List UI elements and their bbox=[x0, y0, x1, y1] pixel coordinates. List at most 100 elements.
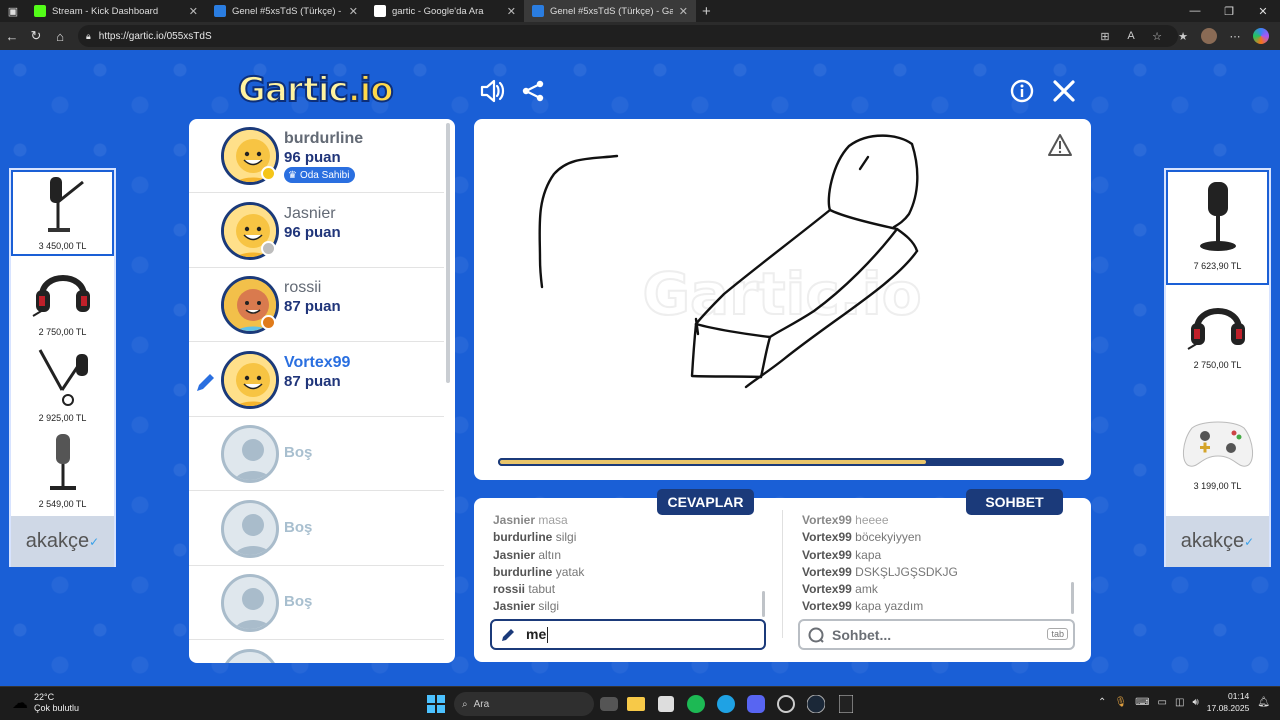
close-window-button[interactable]: ✕ bbox=[1246, 0, 1280, 22]
browser-tab-bar: ▣ Stream - Kick Dashboard ✕ Genel #5xsTdS … bbox=[0, 0, 1280, 22]
weather-widget[interactable]: ☁ 22°C Çok bulutlu bbox=[12, 692, 79, 714]
file-explorer-icon[interactable] bbox=[624, 692, 648, 716]
weather-desc: Çok bulutlu bbox=[34, 703, 80, 713]
url-field[interactable]: 🔒︎ https://gartic.io/055xsTdS bbox=[78, 25, 1178, 47]
timer-bar bbox=[498, 458, 1064, 466]
logo-text: Gartic bbox=[237, 69, 350, 111]
clock[interactable]: 01:14 17.08.2025 bbox=[1207, 690, 1250, 714]
task-view-icon[interactable] bbox=[600, 697, 618, 711]
ad-product[interactable]: 2 925,00 TL bbox=[11, 342, 114, 428]
taskbar-search[interactable]: ⌕ Ara bbox=[454, 692, 594, 716]
player-list: burdurline 96 puan ♛ Oda Sahibi Jasnier 96 pu… bbox=[189, 119, 455, 663]
message-text: altın bbox=[538, 547, 562, 562]
volume-icon[interactable]: 🔊︎ bbox=[1192, 697, 1198, 708]
home-button[interactable]: ⌂ bbox=[48, 24, 72, 48]
message-user: burdurline bbox=[493, 564, 553, 579]
keyboard-icon[interactable]: ⌨ bbox=[1135, 697, 1149, 708]
refresh-button[interactable]: ↻ bbox=[24, 24, 48, 48]
answers-scrollbar[interactable] bbox=[762, 591, 765, 617]
tab-favicon-icon bbox=[374, 5, 386, 17]
player-list-scrollbar[interactable] bbox=[446, 123, 450, 383]
ad-product[interactable]: 2 750,00 TL bbox=[11, 256, 114, 342]
notifications-icon[interactable]: 🔔︎ bbox=[1257, 697, 1270, 708]
sound-icon[interactable] bbox=[478, 77, 506, 105]
more-menu-icon[interactable]: ⋯ bbox=[1224, 25, 1246, 47]
report-icon[interactable] bbox=[1047, 133, 1073, 157]
chevron-up-icon[interactable]: ⌃ bbox=[1098, 697, 1106, 708]
message-user: Jasnier bbox=[493, 599, 536, 614]
site-info-icon[interactable]: 🔒︎ bbox=[86, 31, 91, 42]
ad-product[interactable]: 2 549,00 TL bbox=[11, 428, 114, 514]
ad-product[interactable]: 3 450,00 TL bbox=[11, 170, 114, 256]
player-row[interactable]: Jasnier 96 puan bbox=[189, 194, 444, 268]
steam-tray-icon[interactable] bbox=[774, 692, 798, 716]
profile-avatar[interactable] bbox=[1198, 25, 1220, 47]
chat-input[interactable] bbox=[832, 626, 1032, 643]
copilot-icon[interactable] bbox=[1250, 25, 1272, 47]
close-room-icon[interactable] bbox=[1050, 77, 1078, 105]
display-icon[interactable]: ▭ bbox=[1158, 697, 1167, 708]
epic-games-icon[interactable] bbox=[834, 692, 858, 716]
minimize-button[interactable]: — bbox=[1178, 0, 1212, 22]
gartic-logo[interactable]: Gartic .io bbox=[237, 69, 395, 111]
ad-product-image bbox=[1183, 291, 1253, 360]
maximize-button[interactable]: ❐ bbox=[1212, 0, 1246, 22]
microphone-icon[interactable]: 🎙︎ bbox=[1114, 697, 1127, 708]
chat-message: Vortex99 kapa yazdım bbox=[802, 598, 958, 615]
browser-tab[interactable]: Stream - Kick Dashboard ✕ bbox=[26, 0, 206, 22]
info-icon[interactable] bbox=[1008, 77, 1036, 105]
drawing-canvas[interactable]: Gartic.io bbox=[474, 119, 1091, 480]
tab-close-icon[interactable]: ✕ bbox=[507, 5, 516, 18]
chat-input-field[interactable]: tab bbox=[798, 619, 1075, 650]
ad-product[interactable]: 2 750,00 TL bbox=[1166, 285, 1269, 400]
empty-slot-label: Boş bbox=[284, 444, 313, 461]
network-icon[interactable]: ◫ bbox=[1175, 697, 1184, 708]
chat-tab[interactable]: SOHBET bbox=[966, 489, 1063, 515]
tab-close-icon[interactable]: ✕ bbox=[679, 5, 688, 18]
new-tab-button[interactable]: + bbox=[702, 3, 711, 20]
message-user: Vortex99 bbox=[802, 599, 852, 614]
clock-date: 17.08.2025 bbox=[1206, 703, 1250, 713]
favorite-star-icon[interactable]: ☆ bbox=[1146, 25, 1168, 47]
message-user: Vortex99 bbox=[802, 564, 852, 579]
empty-slot-label: Boş bbox=[284, 593, 313, 610]
steam-icon[interactable] bbox=[804, 692, 828, 716]
ad-product-image bbox=[1178, 176, 1258, 261]
ad-product[interactable]: 3 199,00 TL bbox=[1166, 400, 1269, 515]
ad-brand-logo[interactable]: akakçe ✓ bbox=[11, 516, 114, 567]
favorites-icon[interactable]: ★ bbox=[1172, 25, 1194, 47]
right-ad-banner[interactable]: 7 623,90 TL 2 750,00 TL 3 199,00 TL akakçe… bbox=[1164, 168, 1271, 567]
ad-price: 2 750,00 TL bbox=[1193, 360, 1242, 370]
player-row[interactable]: Vortex99 87 puan bbox=[189, 343, 444, 417]
share-icon[interactable] bbox=[519, 77, 547, 105]
room-owner-badge: ♛ Oda Sahibi bbox=[284, 167, 356, 183]
apps-icon[interactable]: ⊞ bbox=[1094, 25, 1116, 47]
answers-tab[interactable]: CEVAPLAR bbox=[657, 489, 754, 515]
player-row[interactable]: rossii 87 puan bbox=[189, 268, 444, 342]
tab-actions-icon[interactable]: ▣ bbox=[0, 0, 26, 22]
ad-product-image bbox=[1178, 406, 1258, 481]
edge-icon[interactable] bbox=[714, 692, 738, 716]
answer-input[interactable]: me bbox=[490, 619, 766, 650]
tab-key-hint: tab bbox=[1047, 628, 1068, 640]
ad-brand-text: akakçe bbox=[25, 530, 90, 552]
ad-brand-logo[interactable]: akakçe ✓ bbox=[1166, 516, 1269, 567]
read-aloud-icon[interactable]: A bbox=[1120, 25, 1142, 47]
tab-close-icon[interactable]: ✕ bbox=[349, 5, 358, 18]
tab-close-icon[interactable]: ✕ bbox=[189, 5, 198, 18]
browser-tab[interactable]: gartic - Google'da Ara ✕ bbox=[366, 0, 524, 22]
browser-tab[interactable]: Genel #5xsTdS (Türkçe) - Gartic.io ✕ bbox=[524, 0, 696, 22]
answer-message: burdurline yatak bbox=[493, 564, 584, 581]
left-ad-banner[interactable]: 3 450,00 TL 2 750,00 TL 2 925,00 TL 2 549,0… bbox=[9, 168, 116, 567]
crown-icon: ♛ bbox=[288, 169, 297, 181]
spotify-icon[interactable] bbox=[684, 692, 708, 716]
back-button[interactable]: ← bbox=[0, 24, 24, 48]
chat-scrollbar[interactable] bbox=[1071, 582, 1074, 614]
player-row[interactable]: burdurline 96 puan ♛ Oda Sahibi bbox=[189, 119, 444, 193]
ad-price: 2 750,00 TL bbox=[38, 327, 87, 337]
start-button[interactable] bbox=[424, 692, 448, 716]
discord-icon[interactable] bbox=[744, 692, 768, 716]
browser-tab[interactable]: Genel #5xsTdS (Türkçe) - Gartic.io ✕ bbox=[206, 0, 366, 22]
store-icon[interactable] bbox=[654, 692, 678, 716]
ad-product[interactable]: 7 623,90 TL bbox=[1166, 170, 1269, 285]
